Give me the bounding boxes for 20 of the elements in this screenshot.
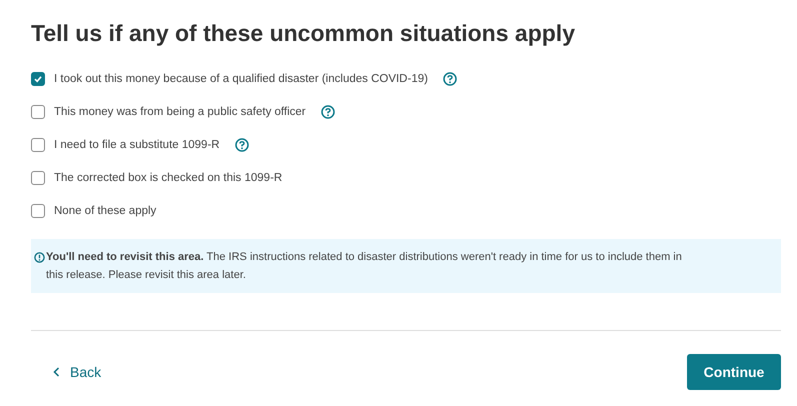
- checkbox[interactable]: [31, 138, 45, 152]
- checkbox[interactable]: [31, 105, 45, 119]
- option-label: None of these apply: [54, 205, 156, 217]
- page-title: Tell us if any of these uncommon situations apply: [31, 20, 576, 47]
- checkbox[interactable]: [31, 204, 45, 218]
- checkmark-icon: [33, 74, 43, 84]
- option-label: The corrected box is checked on this 1099-R: [54, 172, 282, 184]
- chevron-left-icon: [53, 367, 60, 377]
- checkbox[interactable]: [31, 171, 45, 185]
- option-label: I took out this money because of a qualified disaster (includes COVID-19): [54, 73, 428, 85]
- help-icon[interactable]: [442, 72, 457, 86]
- help-icon[interactable]: [234, 138, 249, 152]
- checkbox[interactable]: [31, 72, 45, 86]
- option-label: This money was from being a public safety officer: [54, 106, 306, 118]
- notice-text: You'll need to revisit this area. The IRS instructions related to disaster distributions weren't ready in time for us to include them in this release. Please revisit this area later.: [46, 250, 683, 283]
- help-icon[interactable]: [320, 105, 335, 119]
- back-button[interactable]: Back: [43, 358, 112, 386]
- continue-button[interactable]: Continue: [687, 354, 781, 390]
- info-icon: [34, 252, 45, 263]
- option-label: I need to file a substitute 1099-R: [54, 139, 220, 151]
